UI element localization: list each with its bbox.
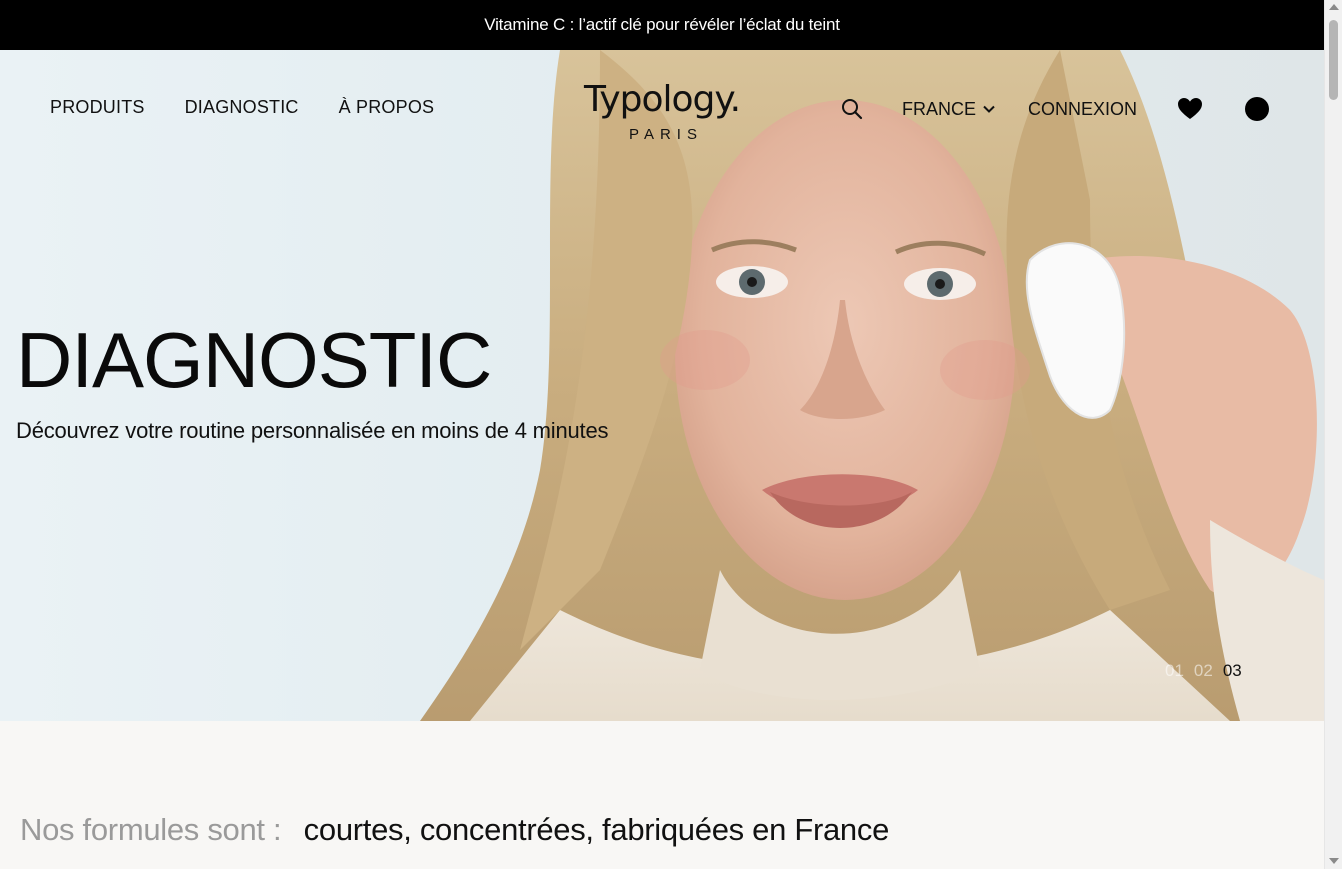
slide-indicator-1[interactable]: 01	[1165, 661, 1184, 681]
logo-tagline: PARIS	[629, 126, 703, 143]
site-logo[interactable]: Typology. PARIS	[572, 78, 752, 143]
logo-wordmark: Typology.	[583, 79, 741, 120]
hero-subtitle: Découvrez votre routine personnalisée en…	[16, 418, 609, 443]
hero-title: DIAGNOSTIC	[16, 316, 492, 404]
scroll-thumb[interactable]	[1329, 20, 1338, 100]
account-icon[interactable]	[1245, 97, 1270, 121]
page-scrollbar[interactable]	[1324, 0, 1342, 869]
search-icon[interactable]	[840, 97, 864, 121]
nav-link-diagnostic[interactable]: DIAGNOSTIC	[185, 97, 299, 118]
formulas-intro: Nos formules sont :	[20, 812, 282, 847]
nav-link-a-propos[interactable]: À PROPOS	[339, 97, 435, 118]
formulas-banner: Nos formules sont : courtes, concentrées…	[20, 812, 889, 848]
announcement-text[interactable]: Vitamine C : l’actif clé pour révéler l’…	[484, 15, 840, 35]
country-label: FRANCE	[902, 98, 977, 119]
login-link[interactable]: CONNEXION	[1028, 99, 1137, 120]
formulas-claim: courtes, concentrées, fabriquées en Fran…	[303, 812, 890, 847]
announcement-bar[interactable]: Vitamine C : l’actif clé pour révéler l’…	[0, 0, 1324, 50]
nav-link-produits[interactable]: PRODUITS	[50, 97, 145, 118]
site-header: PRODUITS DIAGNOSTIC À PROPOS Typology. P…	[0, 50, 1324, 170]
heart-icon[interactable]	[1177, 97, 1203, 121]
slide-indicator-3[interactable]: 03	[1223, 661, 1242, 681]
chevron-down-icon	[983, 105, 995, 113]
header-actions: FRANCE CONNEXION	[840, 94, 1270, 124]
main-nav: PRODUITS DIAGNOSTIC À PROPOS	[50, 97, 434, 118]
slide-indicator-2[interactable]: 02	[1194, 661, 1213, 681]
slide-pagination: 01 02 03	[1165, 661, 1242, 681]
scroll-down-arrow-icon[interactable]	[1329, 858, 1339, 864]
country-selector[interactable]: FRANCE	[902, 99, 996, 120]
scroll-up-arrow-icon[interactable]	[1329, 4, 1339, 10]
